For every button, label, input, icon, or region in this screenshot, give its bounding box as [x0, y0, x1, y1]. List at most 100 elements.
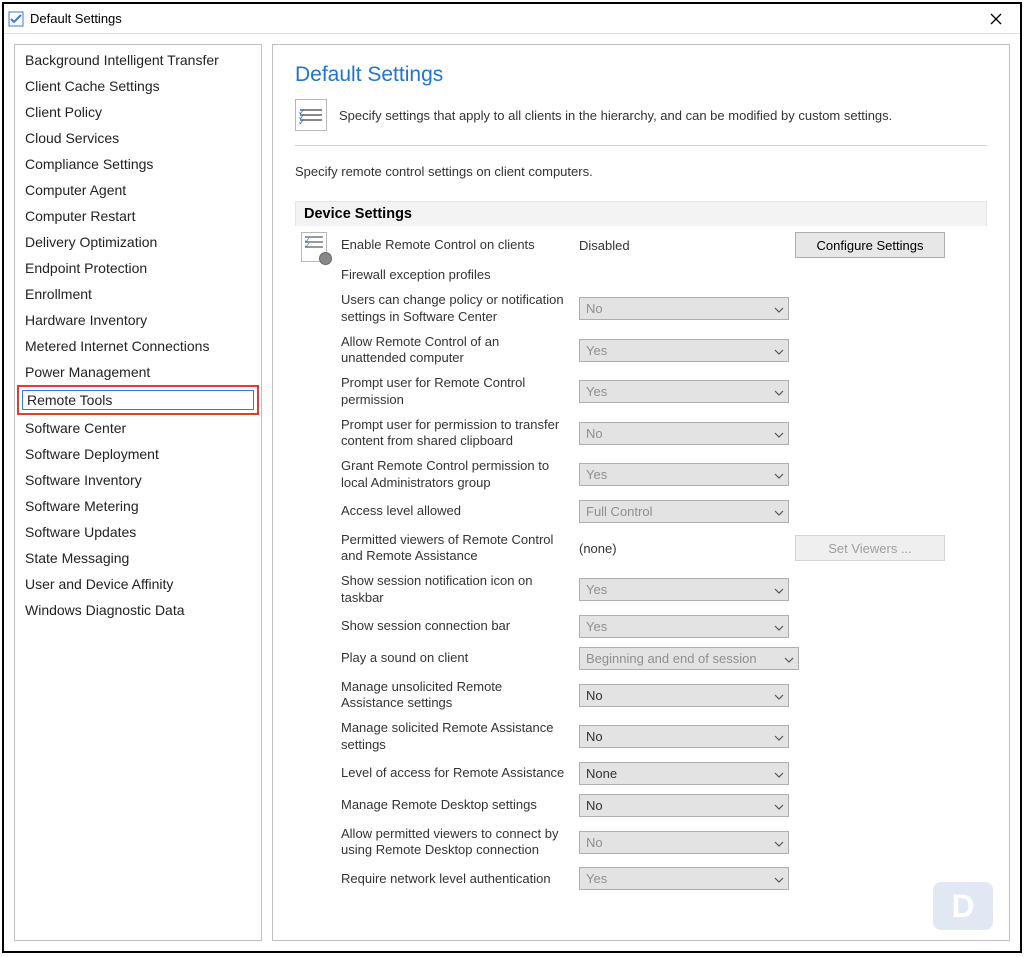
- sidebar-item[interactable]: User and Device Affinity: [17, 571, 259, 597]
- setting-label: Level of access for Remote Assistance: [341, 765, 573, 781]
- sidebar-item-label: Software Metering: [25, 498, 139, 514]
- subtext: Specify remote control settings on clien…: [295, 164, 987, 179]
- combo-value: Yes: [586, 343, 607, 358]
- setting-label: Play a sound on client: [341, 650, 573, 666]
- combo-value: Yes: [586, 871, 607, 886]
- combo-value: None: [586, 766, 617, 781]
- chevron-down-icon: [774, 343, 784, 358]
- setting-value-text: (none): [579, 541, 789, 556]
- combo-value: No: [586, 426, 603, 441]
- settings-grid: Enable Remote Control on clientsDisabled…: [341, 232, 945, 890]
- sidebar-item-label: Software Deployment: [25, 446, 159, 462]
- sidebar: Background Intelligent Transfer Client Ca…: [14, 44, 262, 941]
- sidebar-item[interactable]: Metered Internet Connections: [17, 333, 259, 359]
- chevron-down-icon: [774, 835, 784, 850]
- chevron-down-icon: [774, 729, 784, 744]
- setting-label: Prompt user for Remote Control permissio…: [341, 375, 573, 408]
- sidebar-item-label: Enrollment: [25, 286, 92, 302]
- divider: [295, 145, 987, 146]
- setting-combo: Yes: [579, 339, 789, 362]
- combo-value: Yes: [586, 467, 607, 482]
- sidebar-item[interactable]: Power Management: [17, 359, 259, 385]
- setting-label: Show session connection bar: [341, 618, 573, 634]
- section-header: Device Settings: [295, 201, 987, 226]
- sidebar-item[interactable]: State Messaging: [17, 545, 259, 571]
- sidebar-item-label: Power Management: [25, 364, 150, 380]
- setting-combo: No: [579, 831, 789, 854]
- sidebar-item-label: Endpoint Protection: [25, 260, 147, 276]
- sidebar-item[interactable]: Computer Agent: [17, 177, 259, 203]
- sidebar-item[interactable]: Enrollment: [17, 281, 259, 307]
- window-title: Default Settings: [30, 11, 122, 26]
- sidebar-item-label: Computer Restart: [25, 208, 135, 224]
- setting-combo[interactable]: No: [579, 725, 789, 748]
- combo-value: Yes: [586, 384, 607, 399]
- section-top-row: Enable Remote Control on clientsDisabled…: [301, 232, 977, 890]
- chevron-down-icon: [774, 798, 784, 813]
- close-button[interactable]: [976, 5, 1016, 33]
- setting-combo: No: [579, 297, 789, 320]
- sidebar-item-label: Computer Agent: [25, 182, 126, 198]
- sidebar-item[interactable]: Software Metering: [17, 493, 259, 519]
- sidebar-item-label: Delivery Optimization: [25, 234, 157, 250]
- sidebar-item-label: Background Intelligent Transfer: [25, 52, 219, 68]
- setting-label: Manage Remote Desktop settings: [341, 797, 573, 813]
- setting-label: Manage unsolicited Remote Assistance set…: [341, 679, 573, 712]
- sidebar-item-label: Compliance Settings: [25, 156, 153, 172]
- setting-label: Permitted viewers of Remote Control and …: [341, 532, 573, 565]
- combo-value: Beginning and end of session: [586, 651, 757, 666]
- sidebar-item-label: Hardware Inventory: [25, 312, 147, 328]
- chevron-down-icon: [774, 504, 784, 519]
- chevron-down-icon: [774, 871, 784, 886]
- sidebar-item[interactable]: Client Cache Settings: [17, 73, 259, 99]
- setting-combo[interactable]: No: [579, 794, 789, 817]
- chevron-down-icon: [774, 426, 784, 441]
- chevron-down-icon: [784, 651, 794, 666]
- sidebar-item[interactable]: Compliance Settings: [17, 151, 259, 177]
- sidebar-item[interactable]: Remote Tools: [17, 385, 259, 415]
- sidebar-item-label: Metered Internet Connections: [25, 338, 209, 354]
- sidebar-item[interactable]: Client Policy: [17, 99, 259, 125]
- sidebar-item[interactable]: Cloud Services: [17, 125, 259, 151]
- intro-text: Specify settings that apply to all clien…: [339, 108, 892, 123]
- sidebar-item[interactable]: Computer Restart: [17, 203, 259, 229]
- sidebar-item[interactable]: Background Intelligent Transfer: [17, 47, 259, 73]
- sidebar-item[interactable]: Software Center: [17, 415, 259, 441]
- setting-combo: Yes: [579, 867, 789, 890]
- setting-label: Show session notification icon on taskba…: [341, 573, 573, 606]
- window: Default Settings Background Intelligent …: [2, 2, 1022, 953]
- setting-combo: Yes: [579, 463, 789, 486]
- sidebar-item[interactable]: Hardware Inventory: [17, 307, 259, 333]
- sidebar-item-label: Client Policy: [25, 104, 102, 120]
- setting-combo: Yes: [579, 380, 789, 403]
- main-panel: Default Settings Specify settings that a…: [272, 44, 1010, 941]
- window-body: Background Intelligent Transfer Client Ca…: [4, 34, 1020, 951]
- sidebar-item[interactable]: Software Inventory: [17, 467, 259, 493]
- sidebar-item[interactable]: Windows Diagnostic Data: [17, 597, 259, 623]
- setting-combo: Yes: [579, 615, 789, 638]
- page-heading: Default Settings: [295, 63, 987, 87]
- combo-value: No: [586, 729, 603, 744]
- intro-row: Specify settings that apply to all clien…: [295, 99, 987, 131]
- combo-value: No: [586, 835, 603, 850]
- sidebar-item-label: Cloud Services: [25, 130, 119, 146]
- setting-combo[interactable]: No: [579, 684, 789, 707]
- section-body: Enable Remote Control on clientsDisabled…: [295, 226, 987, 898]
- setting-combo: No: [579, 422, 789, 445]
- configure-settings-button[interactable]: Configure Settings: [795, 232, 945, 258]
- sidebar-item-label: State Messaging: [25, 550, 129, 566]
- setting-label: Access level allowed: [341, 503, 573, 519]
- combo-value: Full Control: [586, 504, 652, 519]
- sidebar-item[interactable]: Software Updates: [17, 519, 259, 545]
- sidebar-item[interactable]: Software Deployment: [17, 441, 259, 467]
- combo-value: No: [586, 798, 603, 813]
- setting-label: Allow permitted viewers to connect by us…: [341, 826, 573, 859]
- chevron-down-icon: [774, 301, 784, 316]
- titlebar: Default Settings: [4, 4, 1020, 34]
- sidebar-item[interactable]: Delivery Optimization: [17, 229, 259, 255]
- config-icon: [301, 232, 331, 264]
- sidebar-item[interactable]: Endpoint Protection: [17, 255, 259, 281]
- sidebar-item-label: Software Inventory: [25, 472, 142, 488]
- setting-combo[interactable]: None: [579, 762, 789, 785]
- sidebar-item-label: Software Updates: [25, 524, 136, 540]
